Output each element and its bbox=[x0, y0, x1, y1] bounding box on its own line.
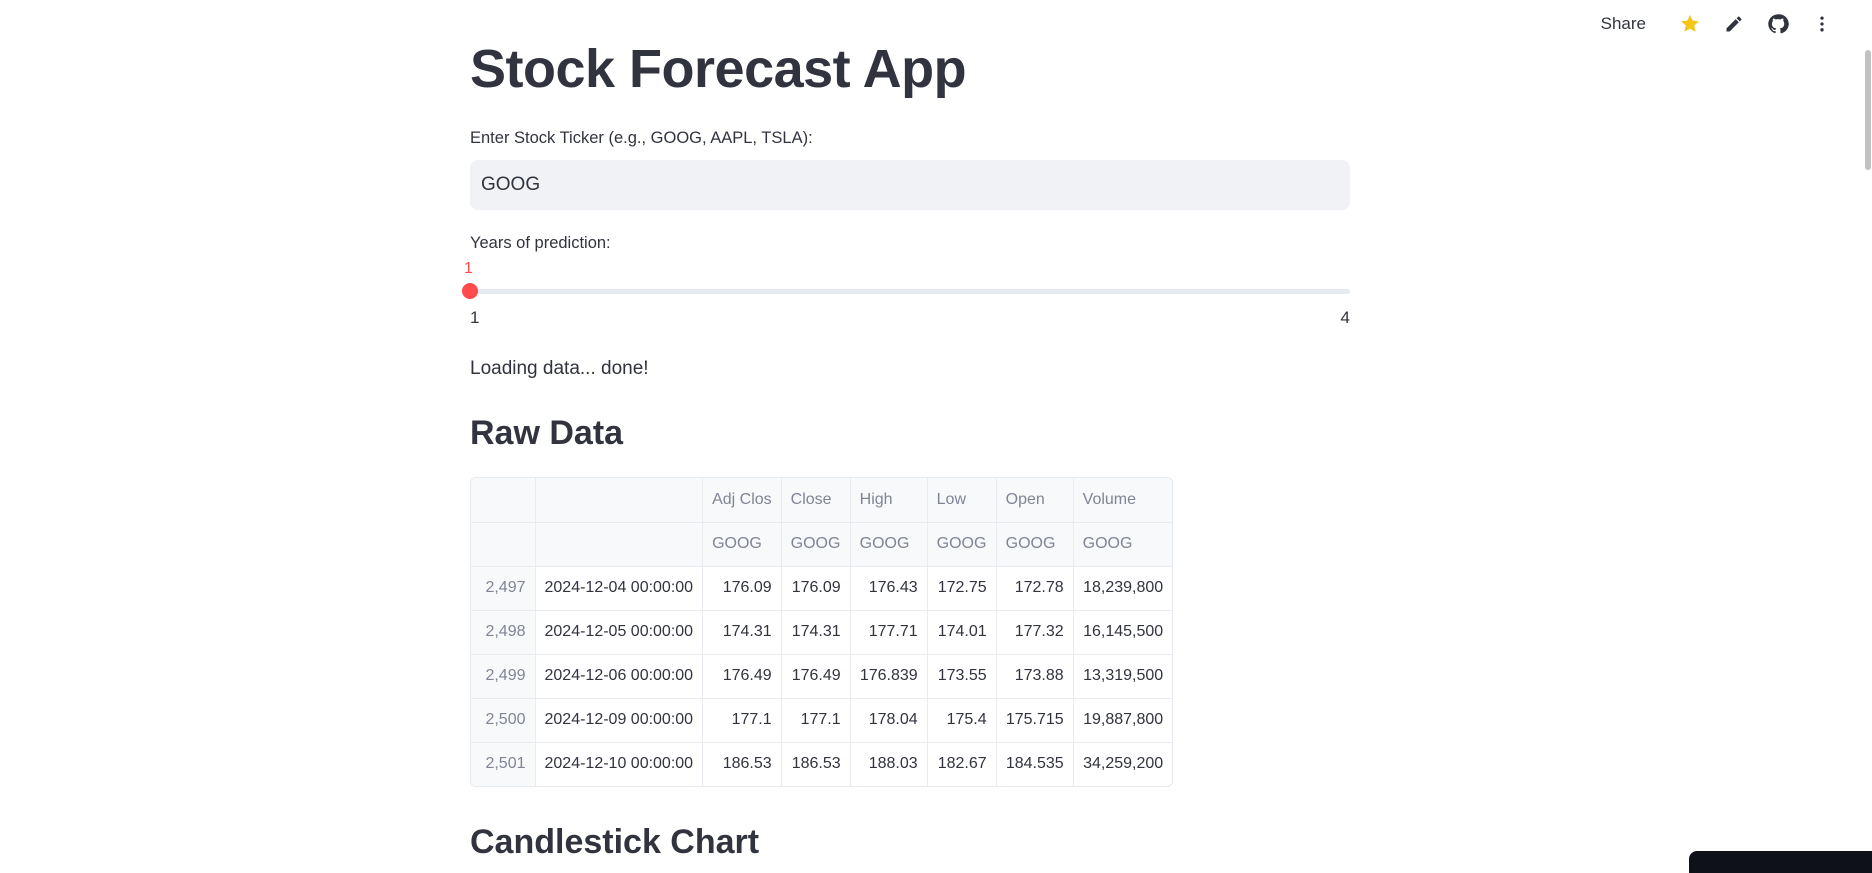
status-message: Loading data... done! bbox=[470, 358, 649, 379]
low-cell[interactable]: 174.01 bbox=[927, 610, 997, 655]
column-header[interactable] bbox=[535, 478, 704, 523]
github-icon[interactable] bbox=[1766, 12, 1790, 36]
volume-cell[interactable]: 34,259,200 bbox=[1073, 742, 1172, 786]
column-subheader[interactable]: GOOG bbox=[1073, 522, 1173, 567]
high-cell[interactable]: 177.71 bbox=[850, 610, 928, 655]
row-index: 2,497 bbox=[471, 566, 536, 611]
high-cell[interactable]: 176.839 bbox=[850, 654, 928, 699]
share-button[interactable]: Share bbox=[1601, 14, 1646, 34]
volume-cell[interactable]: 13,319,500 bbox=[1073, 654, 1173, 699]
date-cell[interactable]: 2024-12-05 00:00:00 bbox=[535, 610, 704, 655]
top-toolbar: Share bbox=[1601, 10, 1844, 38]
slider-max-label: 4 bbox=[1340, 308, 1350, 327]
years-slider-thumb[interactable] bbox=[462, 283, 478, 299]
scrollbar-thumb[interactable] bbox=[1865, 50, 1871, 170]
column-header[interactable]: Volume bbox=[1073, 478, 1173, 523]
open-cell[interactable]: 175.715 bbox=[996, 698, 1074, 743]
column-header[interactable]: High bbox=[850, 478, 928, 523]
date-cell[interactable]: 2024-12-09 00:00:00 bbox=[535, 698, 704, 743]
high-cell[interactable]: 178.04 bbox=[850, 698, 928, 743]
years-label: Years of prediction: bbox=[470, 234, 611, 252]
column-header[interactable]: Adj Clos bbox=[702, 478, 782, 523]
column-subheader[interactable]: GOOG bbox=[702, 522, 782, 567]
raw-data-table[interactable]: Adj Clos Close High Low Open Volume GOOG… bbox=[470, 477, 1174, 787]
table-row[interactable]: 2,498 2024-12-05 00:00:00 174.31 174.31 … bbox=[471, 610, 1173, 655]
pencil-icon[interactable] bbox=[1722, 12, 1746, 36]
volume-cell[interactable]: 19,887,800 bbox=[1073, 698, 1173, 743]
low-cell[interactable]: 175.4 bbox=[927, 698, 997, 743]
close-cell[interactable]: 186.53 bbox=[781, 742, 851, 786]
ticker-label: Enter Stock Ticker (e.g., GOOG, AAPL, TS… bbox=[470, 129, 813, 147]
high-cell[interactable]: 188.03 bbox=[850, 742, 928, 786]
close-cell[interactable]: 177.1 bbox=[781, 698, 851, 743]
slider-current-value: 1 bbox=[464, 260, 473, 277]
raw-data-heading: Raw Data bbox=[470, 414, 624, 452]
years-slider-track[interactable] bbox=[470, 289, 1350, 294]
table-subheader-row: GOOG GOOG GOOG GOOG GOOG GOOG bbox=[471, 522, 1173, 567]
volume-cell[interactable]: 18,239,800 bbox=[1073, 566, 1173, 611]
app-page: Share Stock Forecast App Enter Stock Tic… bbox=[0, 0, 1872, 873]
row-index: 2,498 bbox=[471, 610, 536, 655]
ticker-input[interactable] bbox=[470, 160, 1350, 210]
column-subheader[interactable]: GOOG bbox=[927, 522, 997, 567]
column-subheader[interactable]: GOOG bbox=[781, 522, 851, 567]
open-cell[interactable]: 184.535 bbox=[996, 742, 1074, 786]
table-row[interactable]: 2,501 2024-12-10 00:00:00 186.53 186.53 … bbox=[471, 742, 1172, 786]
star-icon[interactable] bbox=[1678, 12, 1702, 36]
row-index: 2,500 bbox=[471, 698, 536, 743]
more-vertical-icon[interactable] bbox=[1810, 12, 1834, 36]
row-index: 2,499 bbox=[471, 654, 536, 699]
column-header[interactable]: Open bbox=[996, 478, 1074, 523]
low-cell[interactable]: 182.67 bbox=[927, 742, 997, 786]
row-index: 2,501 bbox=[471, 742, 536, 786]
column-header[interactable]: Low bbox=[927, 478, 997, 523]
page-title: Stock Forecast App bbox=[470, 39, 967, 99]
table-header-row: Adj Clos Close High Low Open Volume bbox=[471, 478, 1173, 523]
column-subheader[interactable] bbox=[535, 522, 704, 567]
open-cell[interactable]: 172.78 bbox=[996, 566, 1074, 611]
adj-close-cell[interactable]: 174.31 bbox=[702, 610, 782, 655]
date-cell[interactable]: 2024-12-10 00:00:00 bbox=[535, 742, 704, 786]
table-row[interactable]: 2,499 2024-12-06 00:00:00 176.49 176.49 … bbox=[471, 654, 1173, 699]
low-cell[interactable]: 172.75 bbox=[927, 566, 997, 611]
column-subheader[interactable]: GOOG bbox=[850, 522, 928, 567]
column-subheader[interactable]: GOOG bbox=[996, 522, 1074, 567]
column-header[interactable] bbox=[471, 478, 536, 523]
low-cell[interactable]: 173.55 bbox=[927, 654, 997, 699]
open-cell[interactable]: 177.32 bbox=[996, 610, 1074, 655]
adj-close-cell[interactable]: 176.49 bbox=[702, 654, 782, 699]
page-scrollbar[interactable] bbox=[1864, 0, 1872, 873]
table-row[interactable]: 2,497 2024-12-04 00:00:00 176.09 176.09 … bbox=[471, 566, 1173, 611]
adj-close-cell[interactable]: 186.53 bbox=[702, 742, 782, 786]
column-subheader[interactable] bbox=[471, 522, 536, 567]
date-cell[interactable]: 2024-12-06 00:00:00 bbox=[535, 654, 704, 699]
adj-close-cell[interactable]: 177.1 bbox=[702, 698, 782, 743]
adj-close-cell[interactable]: 176.09 bbox=[702, 566, 782, 611]
high-cell[interactable]: 176.43 bbox=[850, 566, 928, 611]
close-cell[interactable]: 174.31 bbox=[781, 610, 851, 655]
date-cell[interactable]: 2024-12-04 00:00:00 bbox=[535, 566, 704, 611]
column-header[interactable]: Close bbox=[781, 478, 851, 523]
volume-cell[interactable]: 16,145,500 bbox=[1073, 610, 1173, 655]
candlestick-heading: Candlestick Chart bbox=[470, 823, 760, 861]
close-cell[interactable]: 176.09 bbox=[781, 566, 851, 611]
close-cell[interactable]: 176.49 bbox=[781, 654, 851, 699]
slider-min-label: 1 bbox=[470, 308, 480, 327]
corner-status-widget[interactable] bbox=[1689, 851, 1872, 873]
table-row[interactable]: 2,500 2024-12-09 00:00:00 177.1 177.1 17… bbox=[471, 698, 1173, 743]
open-cell[interactable]: 173.88 bbox=[996, 654, 1074, 699]
